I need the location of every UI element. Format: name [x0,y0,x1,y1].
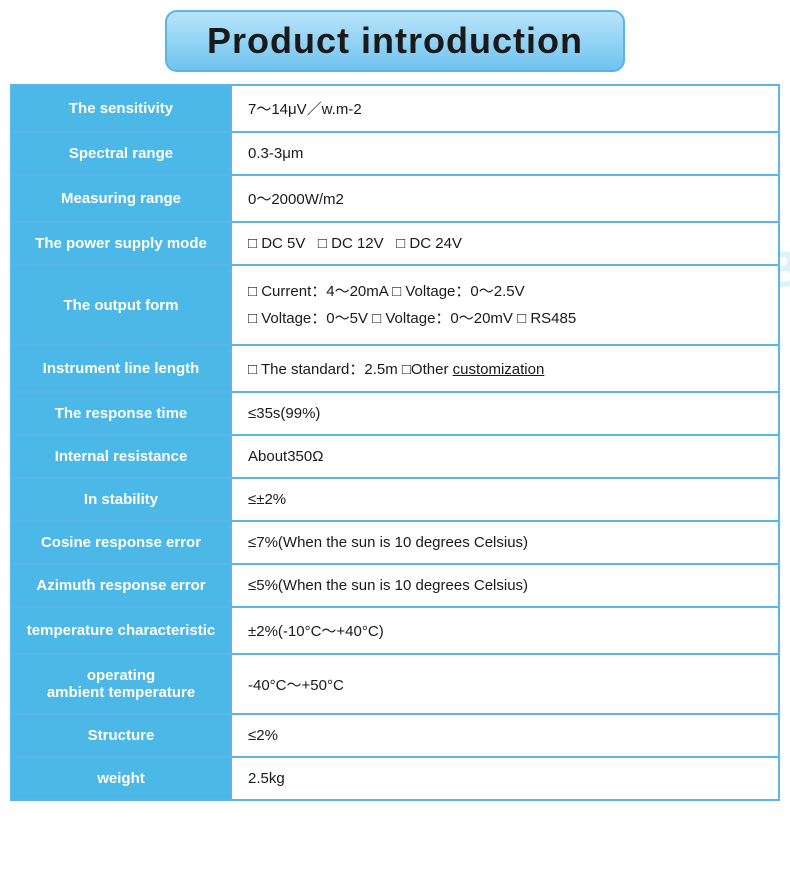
page-title: Product introduction [207,20,583,61]
value-ambient-temp: -40°C～+50°C [231,654,779,714]
table-row: Instrument line length □ The standard：2.… [11,345,779,392]
value-weight: 2.5kg [231,757,779,800]
table-row: The output form □ Current：4～20mA □ Volta… [11,265,779,345]
table-row: Structure ≤2% [11,714,779,757]
table-row: The response time ≤35s(99%) [11,392,779,435]
label-power-supply: The power supply mode [11,222,231,265]
value-azimuth-error: ≤5%(When the sun is 10 degrees Celsius) [231,564,779,607]
label-spectral-range: Spectral range [11,132,231,175]
value-structure: ≤2% [231,714,779,757]
specs-table: The sensitivity 7～14μV／w.m-2 Spectral ra… [10,84,780,801]
value-temp-characteristic: ±2%(-10°C～+40°C) [231,607,779,654]
value-power-supply: □ DC 5V □ DC 12V □ DC 24V [231,222,779,265]
table-row: temperature characteristic ±2%(-10°C～+40… [11,607,779,654]
label-response-time: The response time [11,392,231,435]
value-output-form: □ Current：4～20mA □ Voltage：0～2.5V □ Volt… [231,265,779,345]
table-row: weight 2.5kg [11,757,779,800]
value-sensitivity: 7～14μV／w.m-2 [231,85,779,132]
label-structure: Structure [11,714,231,757]
label-output-form: The output form [11,265,231,345]
label-ambient-temp: operatingambient temperature [11,654,231,714]
label-azimuth-error: Azimuth response error [11,564,231,607]
customization-link: customization [453,361,545,378]
value-stability: ≤±2% [231,478,779,521]
table-row: Azimuth response error ≤5%(When the sun … [11,564,779,607]
table-row: Spectral range 0.3-3μm [11,132,779,175]
title-container: Product introduction [10,10,780,72]
output-line2: □ Voltage：0～5V □ Voltage：0～20mV □ RS485 [248,310,576,327]
label-stability: In stability [11,478,231,521]
table-row: The power supply mode □ DC 5V □ DC 12V □… [11,222,779,265]
value-cosine-error: ≤7%(When the sun is 10 degrees Celsius) [231,521,779,564]
table-row: In stability ≤±2% [11,478,779,521]
label-sensitivity: The sensitivity [11,85,231,132]
label-temp-characteristic: temperature characteristic [11,607,231,654]
label-measuring-range: Measuring range [11,175,231,222]
table-row: operatingambient temperature -40°C～+50°C [11,654,779,714]
value-instrument-line: □ The standard：2.5m □Other customization [231,345,779,392]
label-internal-resistance: Internal resistance [11,435,231,478]
table-row: Internal resistance About350Ω [11,435,779,478]
label-instrument-line: Instrument line length [11,345,231,392]
title-box: Product introduction [165,10,625,72]
label-weight: weight [11,757,231,800]
output-line1: □ Current：4～20mA □ Voltage：0～2.5V [248,283,525,300]
table-row: Measuring range 0～2000W/m2 [11,175,779,222]
value-internal-resistance: About350Ω [231,435,779,478]
table-row: Cosine response error ≤7%(When the sun i… [11,521,779,564]
table-row: The sensitivity 7～14μV／w.m-2 [11,85,779,132]
value-response-time: ≤35s(99%) [231,392,779,435]
value-measuring-range: 0～2000W/m2 [231,175,779,222]
label-cosine-error: Cosine response error [11,521,231,564]
value-spectral-range: 0.3-3μm [231,132,779,175]
